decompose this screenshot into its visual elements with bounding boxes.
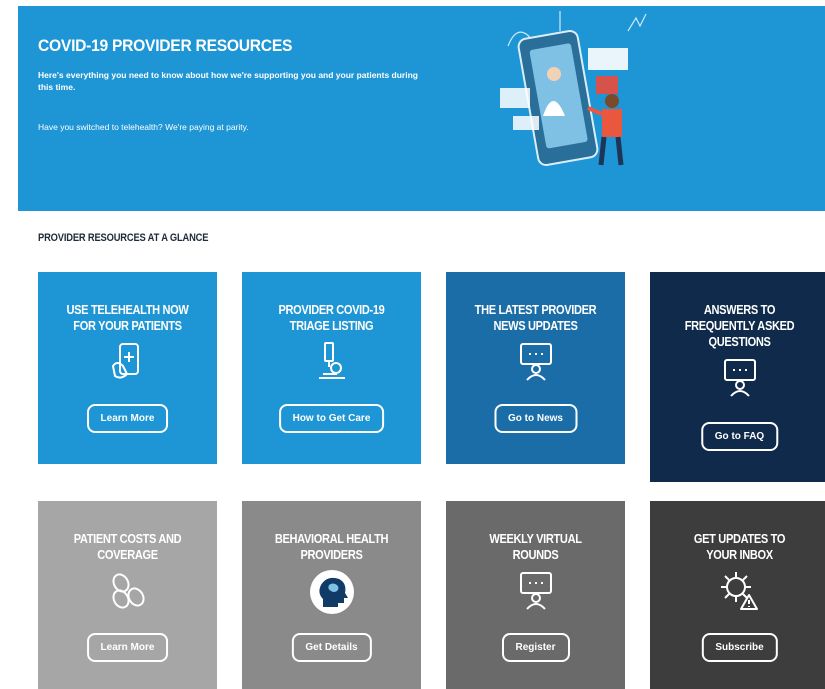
presenter-icon: [723, 359, 756, 397]
presenter-icon: [519, 343, 552, 381]
tile-title: PATIENT COSTS AND COVERAGE: [73, 531, 182, 562]
go-to-news-button[interactable]: Go to News: [493, 404, 578, 433]
presenter-icon: [519, 572, 552, 610]
subscribe-button[interactable]: Subscribe: [701, 633, 778, 662]
learn-more-button[interactable]: Learn More: [86, 404, 169, 433]
tablet-medical-icon: [111, 343, 139, 379]
hero-telehealth-note: Have you switched to telehealth? We're p…: [38, 122, 249, 132]
tile-title: BEHAVIORAL HEALTH PROVIDERS: [274, 531, 389, 562]
tile-title: THE LATEST PROVIDER NEWS UPDATES: [474, 302, 597, 333]
go-to-faq-button[interactable]: Go to FAQ: [700, 422, 779, 451]
tile-title: WEEKLY VIRTUAL ROUNDS: [489, 531, 582, 562]
tile-patient-costs: PATIENT COSTS AND COVERAGE Learn More: [38, 501, 217, 689]
microscope-icon: [318, 342, 345, 379]
tile-title: USE TELEHEALTH NOW FOR YOUR PATIENTS: [66, 302, 189, 333]
section-title: PROVIDER RESOURCES AT A GLANCE: [38, 232, 209, 244]
tile-title: GET UPDATES TO YOUR INBOX: [693, 531, 786, 562]
tile-provider-news: THE LATEST PROVIDER NEWS UPDATES Go to N…: [446, 272, 625, 464]
hero-banner: COVID-19 PROVIDER RESOURCES Here's every…: [18, 6, 825, 211]
coins-icon: [111, 573, 145, 609]
brain-head-icon: [309, 570, 354, 614]
hero-description: Here's everything you need to know about…: [38, 70, 418, 92]
virus-alert-icon: [720, 572, 758, 610]
register-button[interactable]: Register: [501, 633, 570, 662]
tile-inbox-updates: GET UPDATES TO YOUR INBOX Subscribe: [650, 501, 825, 689]
how-to-get-care-button[interactable]: How to Get Care: [278, 404, 385, 433]
tile-title: ANSWERS TO FREQUENTLY ASKED QUESTIONS: [684, 302, 795, 349]
tile-virtual-rounds: WEEKLY VIRTUAL ROUNDS Register: [446, 501, 625, 689]
tile-faq: ANSWERS TO FREQUENTLY ASKED QUESTIONS Go…: [650, 272, 825, 482]
tile-title: PROVIDER COVID-19 TRIAGE LISTING: [278, 302, 385, 333]
get-details-button[interactable]: Get Details: [291, 633, 372, 662]
tile-triage-listing: PROVIDER COVID-19 TRIAGE LISTING How to …: [242, 272, 421, 464]
telehealth-illustration: [500, 11, 647, 166]
tile-behavioral-health: BEHAVIORAL HEALTH PROVIDERS Get Details: [242, 501, 421, 689]
tile-telehealth: USE TELEHEALTH NOW FOR YOUR PATIENTS Lea…: [38, 272, 217, 464]
hero-title: COVID-19 PROVIDER RESOURCES: [38, 36, 293, 55]
learn-more-button[interactable]: Learn More: [86, 633, 169, 662]
